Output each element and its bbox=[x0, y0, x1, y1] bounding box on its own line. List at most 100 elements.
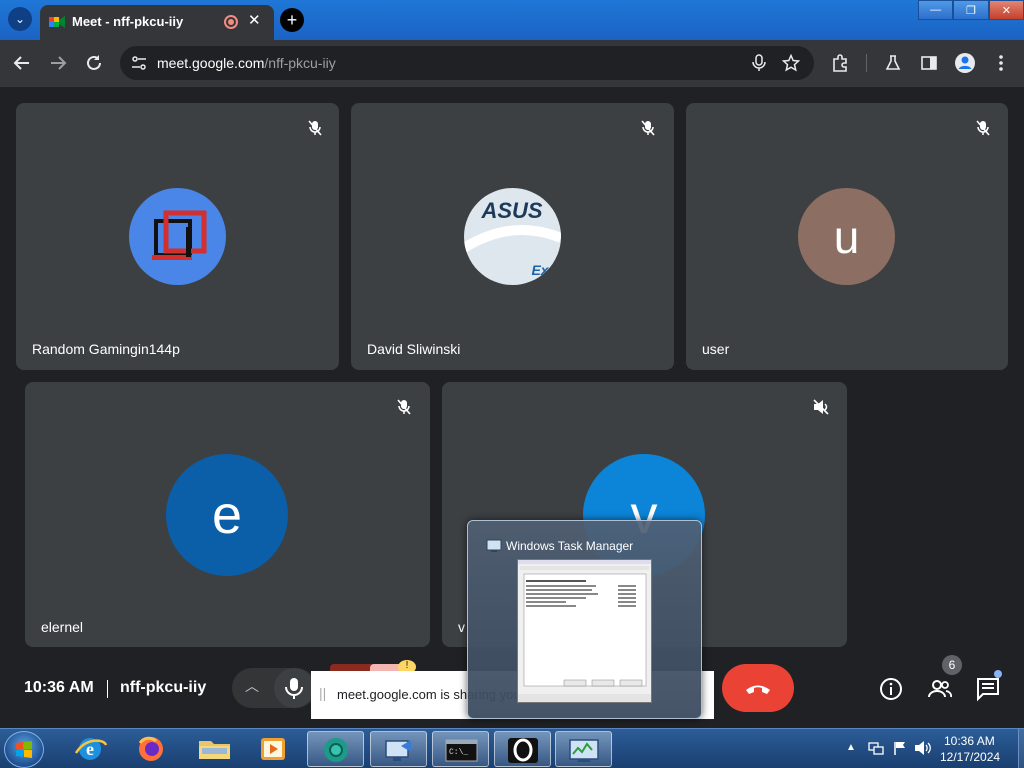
recording-indicator-icon bbox=[224, 15, 238, 29]
url-host: meet.google.com bbox=[157, 55, 265, 71]
toolbar-divider bbox=[866, 54, 867, 72]
chat-icon[interactable] bbox=[975, 676, 1001, 702]
audio-options-chevron-icon[interactable]: ︿ bbox=[245, 676, 259, 696]
participant-avatar bbox=[129, 188, 226, 285]
svg-text:ASUS: ASUS bbox=[480, 198, 542, 223]
system-tray: ▲ 10:36 AM 12/17/2024 bbox=[842, 729, 1024, 768]
tab-title: Meet - nff-pkcu-iiy bbox=[72, 14, 184, 29]
mic-off-icon bbox=[397, 399, 411, 415]
taskbar-thumbnail-preview[interactable]: Windows Task Manager bbox=[467, 520, 702, 719]
start-button[interactable] bbox=[4, 731, 44, 768]
firefox-icon bbox=[138, 736, 163, 761]
browser-tab[interactable]: Meet - nff-pkcu-iiy ✕ bbox=[40, 5, 274, 40]
tab-close-icon[interactable]: ✕ bbox=[248, 11, 261, 29]
screen: ⌄ Meet - nff-pkcu-iiy ✕ + — ❐ ✕ meet.goo… bbox=[0, 0, 1024, 768]
drag-handle-icon[interactable]: || bbox=[319, 685, 326, 701]
browser-toolbar: meet.google.com/nff-pkcu-iiy bbox=[0, 40, 1024, 87]
mic-off-icon bbox=[641, 120, 655, 136]
taskbar-media-player[interactable] bbox=[245, 731, 302, 767]
browser-title-bar: ⌄ Meet - nff-pkcu-iiy ✕ + — ❐ ✕ bbox=[0, 0, 1024, 40]
show-hidden-icons-chevron-icon[interactable]: ▲ bbox=[846, 742, 856, 753]
new-tab-button[interactable]: + bbox=[280, 8, 304, 32]
task-manager-window-preview bbox=[517, 559, 652, 703]
participant-avatar: u bbox=[798, 188, 895, 285]
gaming-logo-icon bbox=[151, 210, 206, 260]
back-arrow-icon[interactable] bbox=[11, 52, 33, 74]
asus-logo-icon: ASUS Ex bbox=[464, 198, 561, 278]
participant-name: David Sliwinski bbox=[367, 341, 461, 357]
participant-count-badge: 6 bbox=[942, 655, 962, 675]
task-manager-icon bbox=[486, 539, 502, 552]
participant-name: Random Gamingin144p bbox=[32, 341, 180, 357]
taskbar-file-explorer[interactable] bbox=[186, 731, 243, 767]
clock-time[interactable]: 10:36 AM bbox=[944, 734, 995, 748]
mic-off-icon bbox=[308, 120, 322, 136]
windows-taskbar: e C:\_ ▲ 10:36 AM 12/17/2024 bbox=[0, 728, 1024, 768]
taskbar-task-manager[interactable] bbox=[555, 731, 612, 767]
mic-off-icon bbox=[976, 120, 990, 136]
microphone-button[interactable] bbox=[274, 668, 314, 708]
action-center-flag-icon[interactable] bbox=[892, 740, 908, 756]
menu-kebab-icon[interactable] bbox=[990, 52, 1012, 74]
chrome-meet-icon bbox=[324, 738, 348, 762]
reload-icon[interactable] bbox=[83, 52, 105, 74]
restore-button[interactable]: ❐ bbox=[953, 0, 989, 20]
participant-name: user bbox=[702, 341, 730, 357]
clock-date[interactable]: 12/17/2024 bbox=[940, 750, 1000, 764]
participant-tile[interactable]: Random Gamingin144p bbox=[16, 103, 339, 370]
taskbar-internet-explorer[interactable]: e bbox=[62, 731, 119, 767]
taskbar-chrome[interactable] bbox=[307, 731, 364, 767]
volume-off-icon bbox=[813, 399, 829, 415]
volume-icon[interactable] bbox=[914, 740, 932, 756]
minimize-button[interactable]: — bbox=[918, 0, 954, 20]
participant-name: v bbox=[458, 619, 465, 635]
participant-tile[interactable]: e elernel bbox=[25, 382, 430, 647]
windows-logo-icon bbox=[16, 741, 32, 758]
microphone-in-use-icon[interactable] bbox=[750, 54, 768, 72]
meeting-details-info-icon[interactable] bbox=[878, 676, 904, 702]
thumbnail-title: Windows Task Manager bbox=[506, 539, 634, 553]
divider bbox=[107, 680, 108, 698]
svg-text:C:\_: C:\_ bbox=[449, 748, 468, 757]
google-meet-icon bbox=[49, 16, 65, 28]
bookmark-star-icon[interactable] bbox=[781, 53, 801, 72]
task-manager-taskbar-icon bbox=[569, 739, 599, 762]
hang-up-icon bbox=[746, 685, 770, 694]
close-window-button[interactable]: ✕ bbox=[988, 0, 1024, 20]
internet-explorer-icon: e bbox=[74, 738, 108, 760]
chat-notification-dot bbox=[994, 670, 1002, 678]
url-path: /nff-pkcu-iiy bbox=[264, 55, 336, 71]
window-controls: — ❐ ✕ bbox=[918, 0, 1024, 20]
participant-name: elernel bbox=[41, 619, 84, 635]
tab-search-chevron-icon[interactable]: ⌄ bbox=[8, 7, 32, 31]
forward-arrow-icon[interactable] bbox=[47, 52, 69, 74]
task-manager-miniature bbox=[518, 560, 651, 702]
taskbar-opera[interactable] bbox=[494, 731, 551, 767]
meeting-code: nff-pkcu-iiy bbox=[120, 679, 207, 696]
microphone-icon bbox=[285, 678, 303, 699]
side-panel-icon[interactable] bbox=[918, 52, 940, 74]
taskbar-command-prompt[interactable]: C:\_ bbox=[432, 731, 489, 767]
taskbar-remote-desktop[interactable] bbox=[370, 731, 427, 767]
people-icon[interactable] bbox=[927, 676, 953, 702]
participant-tile[interactable]: ASUS Ex David Sliwinski bbox=[351, 103, 674, 370]
folder-icon bbox=[199, 741, 230, 759]
svg-text:Ex: Ex bbox=[531, 262, 549, 278]
network-icon[interactable] bbox=[868, 740, 884, 756]
site-info-icon[interactable] bbox=[130, 54, 148, 72]
participant-avatar: e bbox=[166, 454, 288, 576]
taskbar-firefox[interactable] bbox=[123, 731, 180, 767]
remote-desktop-icon bbox=[385, 740, 411, 761]
profile-avatar-icon[interactable] bbox=[954, 52, 976, 74]
show-desktop-button[interactable] bbox=[1018, 729, 1024, 768]
media-player-icon bbox=[261, 738, 285, 760]
extensions-icon[interactable] bbox=[829, 52, 851, 74]
command-prompt-icon: C:\_ bbox=[445, 739, 478, 762]
meeting-time: 10:36 AM bbox=[24, 679, 94, 696]
opera-icon bbox=[508, 738, 538, 763]
address-bar[interactable]: meet.google.com/nff-pkcu-iiy bbox=[120, 46, 814, 80]
leave-call-button[interactable] bbox=[722, 664, 794, 712]
participant-tile[interactable]: u user bbox=[686, 103, 1008, 370]
labs-flask-icon[interactable] bbox=[882, 52, 904, 74]
url-text: meet.google.com/nff-pkcu-iiy bbox=[157, 55, 336, 71]
